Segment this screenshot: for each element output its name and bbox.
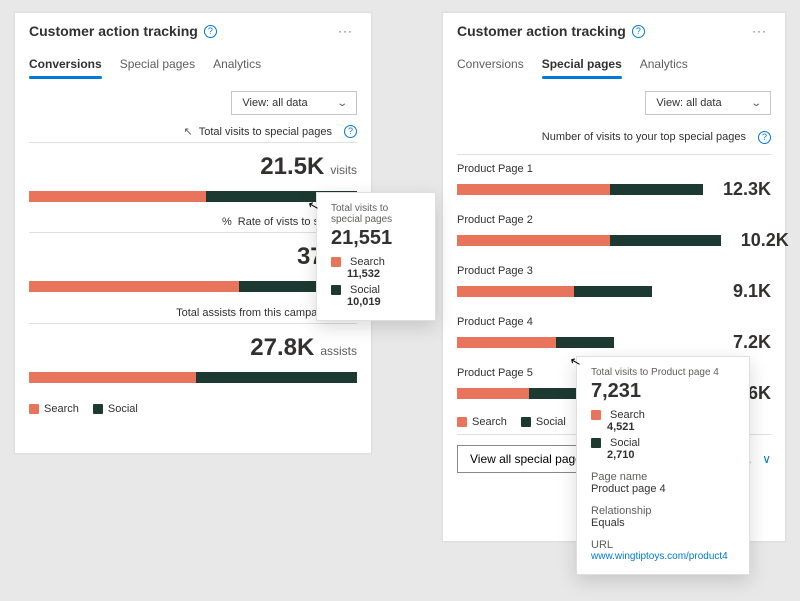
section-subtitle: Number of visits to your top special pag…: [443, 125, 785, 154]
next-page-icon[interactable]: ∨: [762, 452, 771, 466]
page-bar: [457, 286, 652, 297]
bar-segment-search: [29, 191, 206, 202]
panel-header: Customer action tracking ? ···: [15, 13, 371, 45]
legend-social: Social: [521, 416, 566, 428]
tab-special-pages[interactable]: Special pages: [120, 53, 195, 81]
tooltip-url-link[interactable]: www.wingtiptoys.com/product4: [591, 551, 735, 562]
cursor-icon: ↖: [183, 125, 192, 138]
bar-segment-search: [29, 281, 239, 292]
metric-1-label: ↖ Total visits to special pages ?: [15, 125, 371, 142]
view-dropdown-label: View: all data: [656, 97, 721, 109]
tooltip-row-search: Search: [331, 256, 421, 268]
legend: Search Social: [15, 397, 371, 421]
view-dropdown[interactable]: View: all data ⌄: [645, 91, 771, 115]
tab-bar: Conversions Special pages Analytics: [15, 53, 371, 81]
page-bar: [457, 184, 703, 195]
page-row-4: Product Page 4 7.2K: [443, 308, 785, 359]
metric-3-value: 27.8K assists: [15, 324, 371, 368]
tab-bar: Conversions Special pages Analytics: [443, 53, 785, 81]
page-bar: [457, 388, 576, 399]
tooltip-total: 7,231: [591, 380, 735, 403]
tab-conversions[interactable]: Conversions: [29, 53, 102, 81]
tooltip-product-page: Total visits to Product page 4 7,231 Sea…: [576, 356, 750, 575]
metric-2-bar: [29, 281, 357, 292]
panel-header: Customer action tracking ? ···: [443, 13, 785, 45]
chevron-down-icon: ⌄: [750, 98, 762, 109]
panel-title: Customer action tracking: [457, 23, 626, 39]
tooltip-row-social: Social: [591, 437, 735, 449]
tooltip-pagename: Page name Product page 4: [591, 471, 735, 495]
view-dropdown[interactable]: View: all data ⌄: [231, 91, 357, 115]
legend-search: Search: [457, 416, 507, 428]
info-icon[interactable]: ?: [204, 25, 217, 38]
bar-segment-social: [196, 372, 357, 383]
page-row-1: Product Page 1 12.3K: [443, 155, 785, 206]
view-dropdown-label: View: all data: [242, 97, 307, 109]
page-row-2: Product Page 2 10.2K: [443, 206, 785, 257]
page-bar: [457, 235, 721, 246]
toolbar: View: all data ⌄: [15, 81, 371, 125]
panel-title: Customer action tracking: [29, 23, 198, 39]
tooltip-visits: Total visits to special pages 21,551 Sea…: [316, 192, 436, 321]
info-icon[interactable]: ?: [758, 131, 771, 144]
tab-analytics[interactable]: Analytics: [213, 53, 261, 81]
tooltip-url: URL www.wingtiptoys.com/product4: [591, 539, 735, 562]
tooltip-relationship: Relationship Equals: [591, 505, 735, 529]
tooltip-title: Total visits to special pages: [331, 203, 421, 225]
tab-special-pages[interactable]: Special pages: [542, 53, 622, 81]
tooltip-row-search: Search: [591, 409, 735, 421]
legend-social: Social: [93, 403, 138, 415]
tooltip-title: Total visits to Product page 4: [591, 367, 735, 378]
overflow-menu[interactable]: ···: [748, 24, 771, 38]
metric-1-bar: [29, 191, 357, 202]
page-bar: [457, 337, 614, 348]
bar-segment-search: [29, 372, 196, 383]
tooltip-row-social: Social: [331, 284, 421, 296]
info-icon[interactable]: ?: [344, 125, 357, 138]
page-row-3: Product Page 3 9.1K: [443, 257, 785, 308]
tab-conversions[interactable]: Conversions: [457, 53, 524, 81]
chevron-down-icon: ⌄: [336, 98, 348, 109]
tooltip-total: 21,551: [331, 227, 421, 250]
tab-analytics[interactable]: Analytics: [640, 53, 688, 81]
info-icon[interactable]: ?: [632, 25, 645, 38]
overflow-menu[interactable]: ···: [334, 24, 357, 38]
metric-1-value: 21.5K visits: [15, 143, 371, 187]
metric-3-bar: [29, 372, 357, 383]
toolbar: View: all data ⌄: [443, 81, 785, 125]
legend-search: Search: [29, 403, 79, 415]
